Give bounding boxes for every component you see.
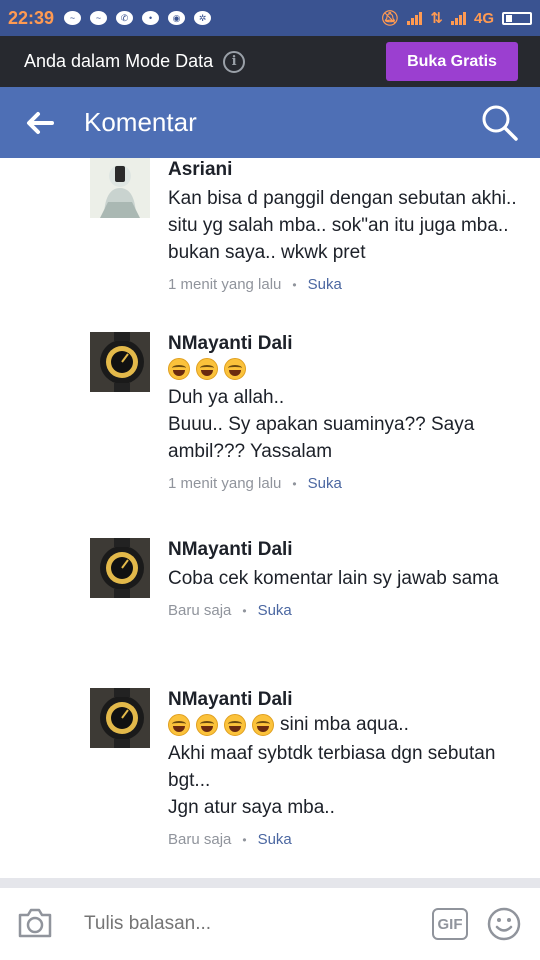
comment-text: Duh ya allah.. Buuu.. Sy apakan suaminya…: [168, 387, 475, 462]
app-bar: Komentar: [0, 87, 540, 158]
mute-icon: 🔕︎: [380, 10, 400, 27]
like-link[interactable]: Suka: [258, 831, 292, 848]
emoji-row: sini mba aqua..: [168, 712, 520, 738]
comment-text: Coba cek komentar lain sy jawab sama: [168, 568, 499, 589]
comment-author[interactable]: Asriani: [168, 158, 520, 182]
laughing-emoji-icon: [224, 714, 246, 736]
open-free-button[interactable]: Buka Gratis: [386, 42, 518, 81]
avatar[interactable]: [90, 688, 150, 748]
avatar[interactable]: [90, 332, 150, 392]
comment-item: Asriani Kan bisa d panggil dengan sebuta…: [90, 158, 520, 293]
whatsapp-icon: ✆: [116, 11, 134, 25]
page-title: Komentar: [84, 107, 197, 137]
comment-meta: Baru saja • Suka: [168, 831, 520, 848]
laughing-emoji-icon: [252, 714, 274, 736]
reply-composer: GIF: [0, 888, 540, 960]
emoji-icon[interactable]: [487, 907, 521, 946]
comment-author[interactable]: NMayanti Dali: [168, 332, 520, 356]
avatar[interactable]: [90, 158, 150, 218]
network-type: 4G: [473, 9, 494, 27]
avatar[interactable]: [90, 538, 150, 598]
reply-input[interactable]: [84, 910, 414, 938]
status-right: 🔕︎ ⇅ 4G: [380, 9, 532, 27]
battery-icon: [502, 11, 532, 25]
signal-icon-2: [450, 11, 466, 25]
gif-button[interactable]: GIF: [432, 908, 468, 940]
chrome-icon: ◉: [168, 11, 186, 25]
separator-dot: •: [292, 476, 297, 491]
messenger-icon: ~: [64, 11, 82, 25]
status-bar: 22:39 ~ ~ ✆ • ◉ ✲ 🔕︎ ⇅ 4G: [0, 0, 540, 36]
data-mode-text: Anda dalam Mode Data: [24, 51, 214, 71]
comment-meta: 1 menit yang lalu • Suka: [168, 276, 520, 293]
laughing-emoji-icon: [196, 714, 218, 736]
separator-dot: •: [292, 277, 297, 292]
settings-icon: ✲: [194, 11, 212, 25]
like-link[interactable]: Suka: [308, 276, 342, 293]
comment-time: Baru saja: [168, 831, 232, 848]
camera-icon[interactable]: [16, 906, 54, 945]
comment-time: 1 menit yang lalu: [168, 276, 282, 293]
separator-dot: •: [242, 603, 247, 618]
data-mode-banner: Anda dalam Mode Data i Buka Gratis: [0, 36, 540, 87]
comment-item: NMayanti Dali sini mba aqua.. Akhi maaf …: [90, 688, 520, 848]
comment-time: Baru saja: [168, 602, 232, 619]
laughing-emoji-icon: [196, 358, 218, 380]
comment-feed[interactable]: Asriani Kan bisa d panggil dengan sebuta…: [0, 158, 540, 878]
comment-author[interactable]: NMayanti Dali: [168, 538, 520, 562]
comment-meta: 1 menit yang lalu • Suka: [168, 475, 520, 492]
laughing-emoji-icon: [168, 714, 190, 736]
comment-meta: Baru saja • Suka: [168, 602, 520, 619]
like-link[interactable]: Suka: [308, 475, 342, 492]
signal-icon: [407, 11, 423, 25]
back-arrow-icon[interactable]: [0, 87, 80, 158]
laughing-emoji-icon: [224, 358, 246, 380]
comment-item: NMayanti Dali Coba cek komentar lain sy …: [90, 538, 520, 619]
emoji-row-text: sini mba aqua..: [280, 714, 409, 735]
comment-author[interactable]: NMayanti Dali: [168, 688, 520, 712]
data-arrows-icon: ⇅: [430, 10, 443, 27]
info-icon[interactable]: i: [223, 50, 246, 73]
separator-dot: •: [242, 832, 247, 847]
lite-icon: •: [142, 11, 160, 25]
messenger-icon: ~: [90, 11, 108, 25]
emoji-row: [168, 356, 520, 382]
notification-icons: ~ ~ ✆ • ◉ ✲: [64, 11, 212, 25]
composer-divider: [0, 878, 540, 888]
comment-text: Kan bisa d panggil dengan sebutan akhi..…: [168, 188, 517, 263]
like-link[interactable]: Suka: [258, 602, 292, 619]
search-icon[interactable]: [480, 103, 520, 143]
status-time: 22:39: [8, 7, 55, 28]
comment-item: NMayanti Dali Duh ya allah.. Buuu.. Sy a…: [90, 332, 520, 492]
laughing-emoji-icon: [168, 358, 190, 380]
comment-text: Akhi maaf sybtdk terbiasa dgn sebutan bg…: [168, 743, 496, 818]
comment-time: 1 menit yang lalu: [168, 475, 282, 492]
